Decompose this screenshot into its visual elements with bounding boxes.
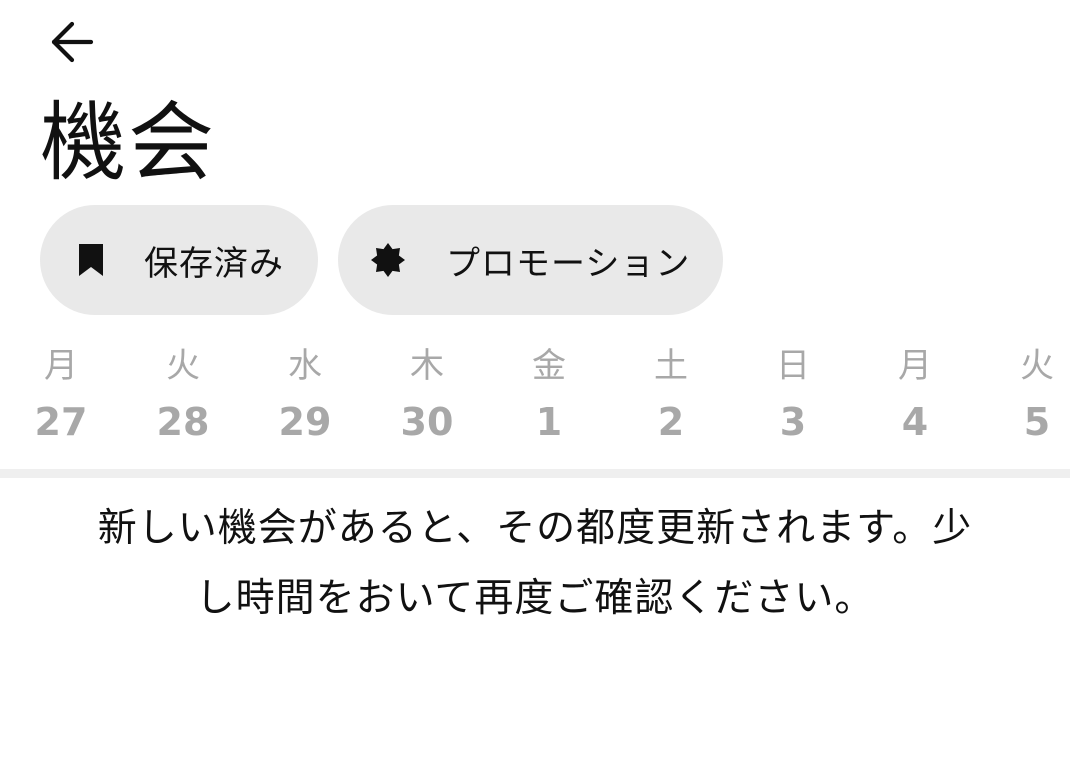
promotion-filter-label: プロモーション	[446, 243, 691, 284]
divider	[0, 469, 1070, 478]
date-item[interactable]: 土 2	[621, 340, 721, 452]
date-weekday: 月	[898, 346, 932, 386]
date-selector: 月 27 火 28 水 29 木 30 金 1 土 2 日 3 月 4 火 5	[0, 340, 1070, 460]
bookmark-icon	[78, 243, 104, 277]
arrow-left-icon	[51, 21, 94, 63]
date-day: 2	[657, 400, 685, 444]
badge-icon	[370, 242, 406, 278]
date-item[interactable]: 金 1	[499, 340, 599, 452]
date-day: 28	[156, 400, 210, 444]
page-title: 機会	[40, 93, 216, 193]
date-day: 29	[278, 400, 332, 444]
date-day: 5	[1023, 400, 1051, 444]
date-weekday: 火	[1020, 346, 1054, 386]
opportunities-screen: 機会 保存済み プロモーション 月 27 火 28 水 29 木 30 金 1 …	[0, 0, 1070, 782]
saved-filter-button[interactable]: 保存済み	[40, 205, 318, 315]
date-weekday: 金	[532, 346, 566, 386]
date-weekday: 火	[166, 346, 200, 386]
date-weekday: 土	[654, 346, 688, 386]
date-item[interactable]: 木 30	[377, 340, 477, 452]
date-item[interactable]: 火 28	[133, 340, 233, 452]
saved-filter-label: 保存済み	[144, 243, 284, 284]
promotion-filter-button[interactable]: プロモーション	[338, 205, 723, 315]
date-item[interactable]: 月 4	[865, 340, 965, 452]
date-item[interactable]: 月 27	[11, 340, 111, 452]
date-day: 1	[535, 400, 563, 444]
date-day: 4	[901, 400, 929, 444]
date-day: 30	[400, 400, 454, 444]
date-item[interactable]: 火 5	[987, 340, 1070, 452]
date-item[interactable]: 日 3	[743, 340, 843, 452]
date-weekday: 日	[776, 346, 810, 386]
date-day: 27	[34, 400, 88, 444]
date-weekday: 木	[410, 346, 444, 386]
date-day: 3	[779, 400, 807, 444]
filter-chips: 保存済み プロモーション	[40, 205, 723, 315]
empty-state-message: 新しい機会があると、その都度更新されます。少し時間をおいて再度ご確認ください。	[97, 506, 973, 621]
back-button[interactable]	[34, 10, 110, 74]
date-weekday: 水	[288, 346, 322, 386]
date-weekday: 月	[44, 346, 78, 386]
date-item[interactable]: 水 29	[255, 340, 355, 452]
